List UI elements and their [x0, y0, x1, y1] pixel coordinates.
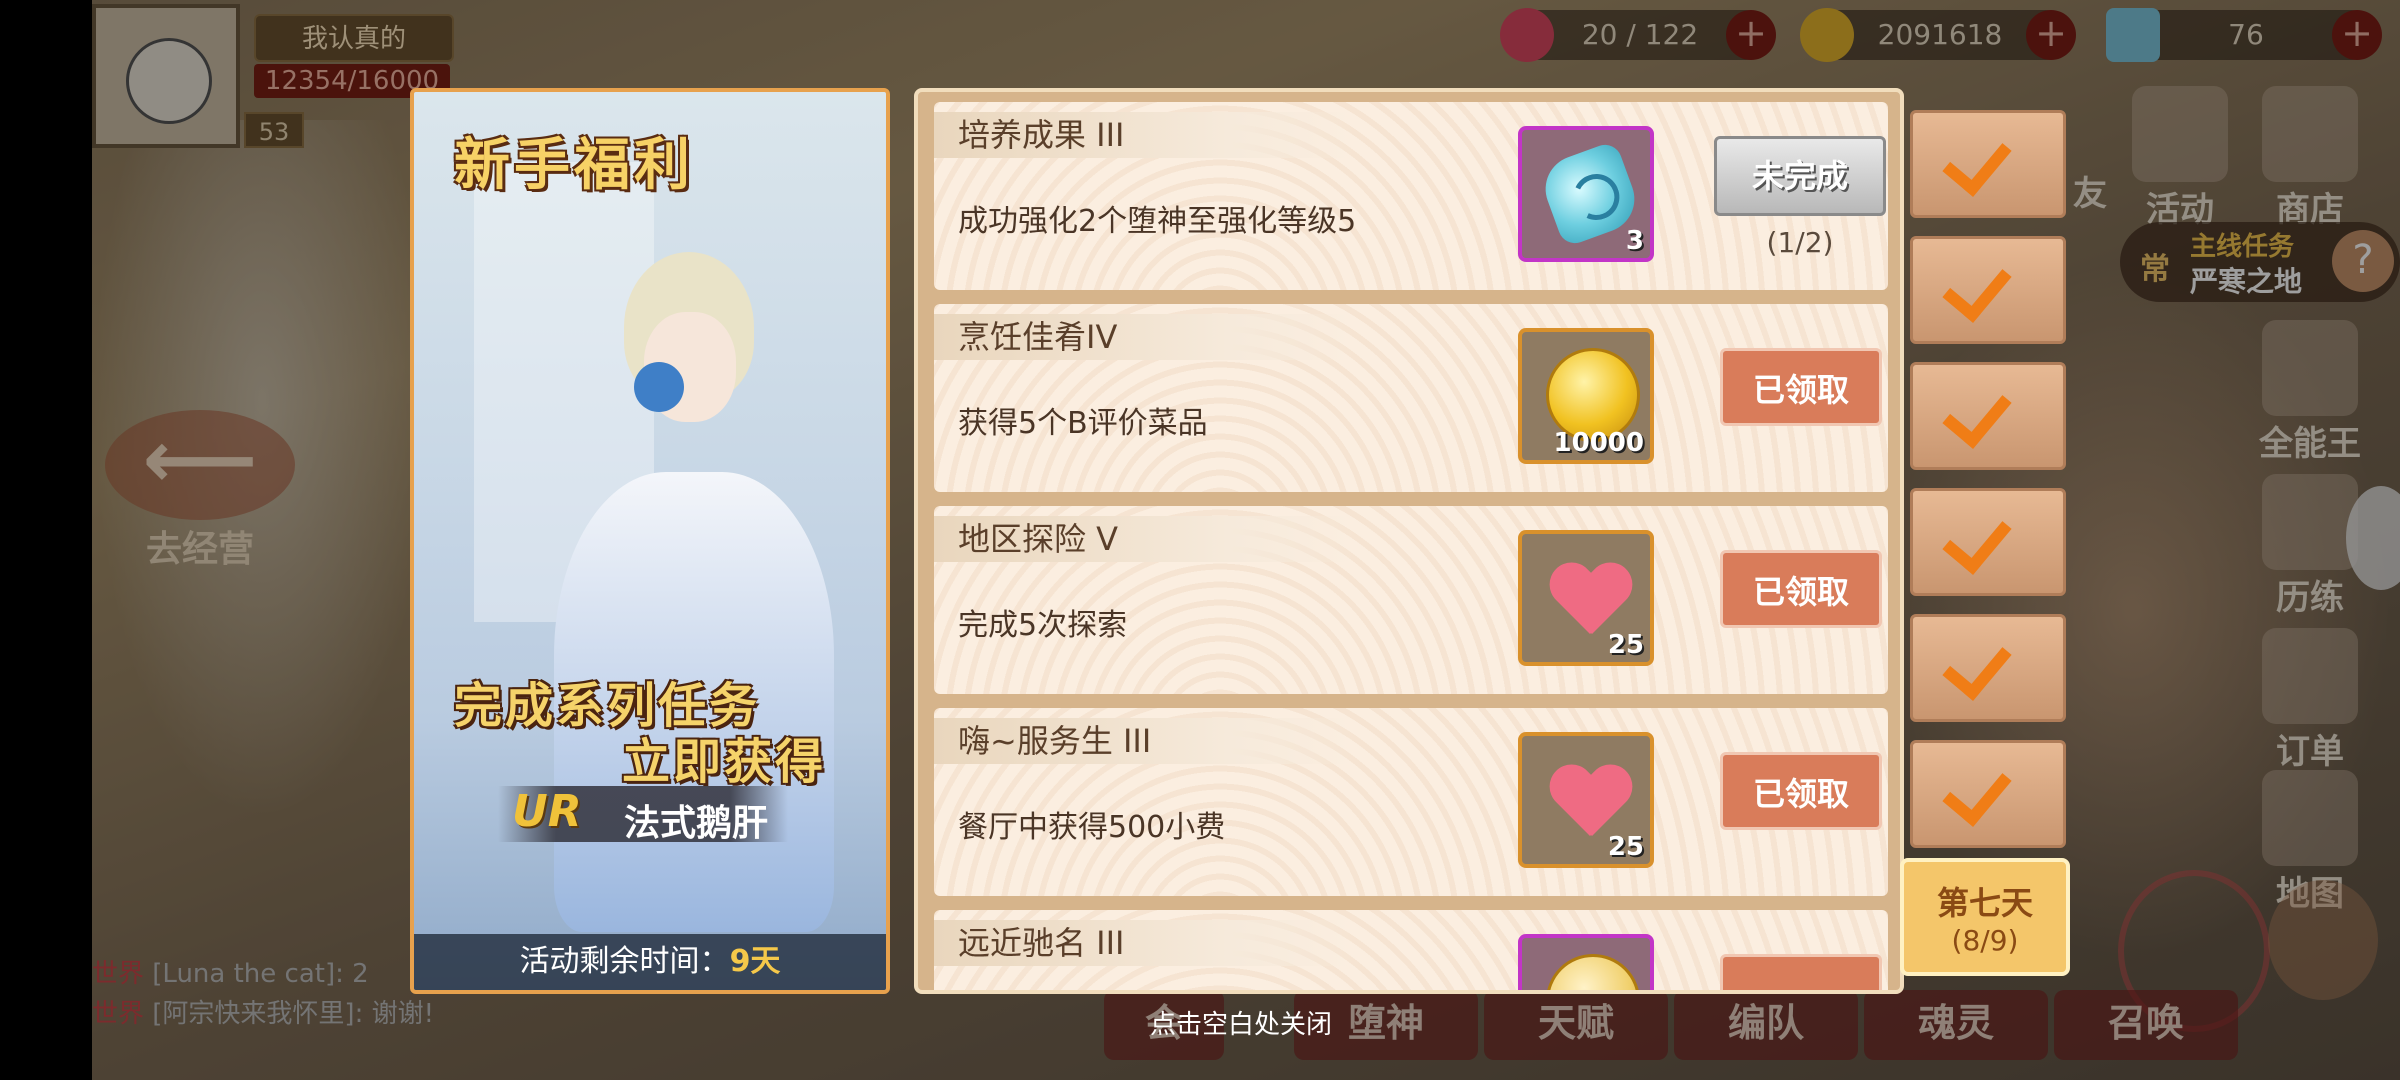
day-tab-6[interactable] [1910, 740, 2066, 848]
heart-icon [1548, 564, 1632, 638]
task-row: 培养成果 III 成功强化2个堕神至强化等级5 3 未完成 (1/2) [934, 102, 1888, 290]
promo-line-2: 立即获得 [622, 734, 827, 790]
reward-count: 25 [1607, 832, 1644, 862]
task-description: 完成5次探索 [958, 608, 1128, 643]
reward-item[interactable] [1518, 934, 1654, 990]
event-timer: 活动剩余时间：9天 [414, 934, 886, 990]
check-icon [1942, 251, 2012, 323]
claimed-button[interactable]: 已领取 [1720, 348, 1882, 426]
character-illustration [514, 252, 844, 952]
day-tab-7-selected[interactable]: 第七天 (8/9) [1900, 858, 2070, 976]
item-icon [1546, 954, 1640, 990]
claimed-button[interactable] [1720, 954, 1882, 990]
reward-count: 10000 [1553, 428, 1644, 458]
newbie-promo-panel: 新手福利 完成系列任务 立即获得 UR 法式鹅肝 活动剩余时间：9天 [410, 88, 890, 994]
task-name: 烹饪佳肴IV [934, 314, 1354, 360]
day-tab-4[interactable] [1910, 488, 2066, 596]
check-icon [1942, 629, 2012, 701]
check-icon [1942, 377, 2012, 449]
task-row: 地区探险 V 完成5次探索 25 已领取 [934, 506, 1888, 694]
task-description: 餐厅中获得500小费 [958, 810, 1226, 845]
claimed-button[interactable]: 已领取 [1720, 550, 1882, 628]
check-icon [1942, 503, 2012, 575]
task-row: 烹饪佳肴IV 获得5个B评价菜品 10000 已领取 [934, 304, 1888, 492]
task-progress: (1/2) [1766, 226, 1834, 259]
reward-item[interactable]: 10000 [1518, 328, 1654, 464]
reward-item[interactable]: 25 [1518, 732, 1654, 868]
task-name: 远近驰名 III [934, 920, 1354, 966]
ur-reward-name: 法式鹅肝 [624, 803, 769, 844]
task-row: 嗨~服务生 III 餐厅中获得500小费 25 已领取 [934, 708, 1888, 896]
task-list-panel[interactable]: 培养成果 III 成功强化2个堕神至强化等级5 3 未完成 (1/2) 烹饪佳肴… [914, 88, 1904, 994]
check-icon [1942, 125, 2012, 197]
day-label: 第七天 [1936, 884, 2033, 922]
task-name: 培养成果 III [934, 112, 1354, 158]
ur-badge: UR [512, 786, 582, 837]
reward-count: 3 [1625, 226, 1644, 256]
task-name: 嗨~服务生 III [934, 718, 1354, 764]
day-progress: (8/9) [1951, 924, 2019, 957]
day-tab-3[interactable] [1910, 362, 2066, 470]
reward-count: 25 [1607, 630, 1644, 660]
flower-icon [634, 362, 684, 412]
reward-item[interactable]: 3 [1518, 126, 1654, 262]
promo-title: 新手福利 [454, 133, 694, 198]
claimed-button[interactable]: 已领取 [1720, 752, 1882, 830]
task-description: 获得5个B评价菜品 [958, 406, 1208, 441]
incomplete-button[interactable]: 未完成 [1714, 136, 1886, 216]
heart-icon [1548, 766, 1632, 840]
task-row: 远近驰名 III [934, 910, 1888, 990]
task-name: 地区探险 V [934, 516, 1354, 562]
day-tab-5[interactable] [1910, 614, 2066, 722]
reward-item[interactable]: 25 [1518, 530, 1654, 666]
check-icon [1942, 755, 2012, 827]
day-tab-2[interactable] [1910, 236, 2066, 344]
close-hint: 点击空白处关闭 [1150, 1010, 1333, 1040]
day-tab-1[interactable] [1910, 110, 2066, 218]
task-description: 成功强化2个堕神至强化等级5 [958, 204, 1357, 239]
